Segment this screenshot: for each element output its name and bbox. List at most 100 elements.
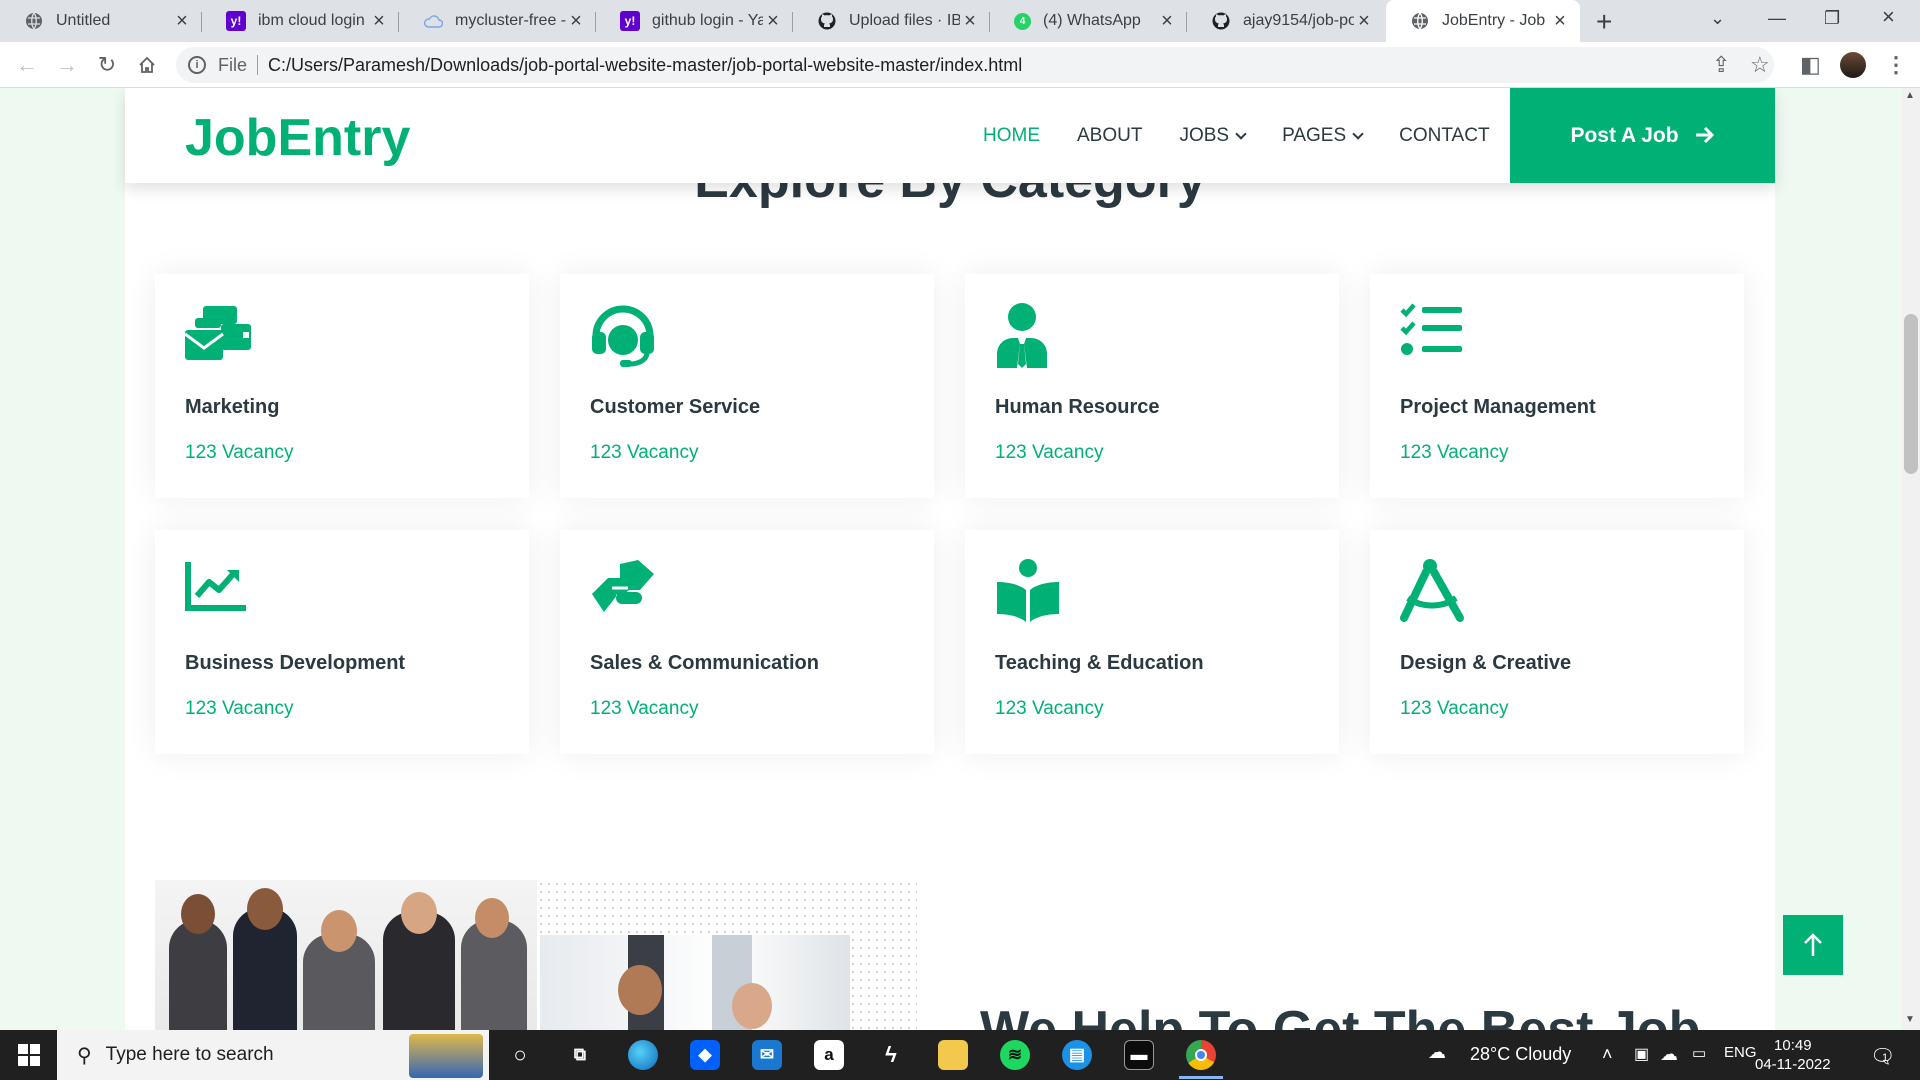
forward-icon[interactable]: → [54, 52, 80, 78]
back-to-top-button[interactable] [1783, 915, 1843, 975]
chevron-down-icon [1352, 128, 1364, 140]
category-card-design-creative[interactable]: Design & Creative 123 Vacancy [1370, 530, 1744, 754]
home-icon[interactable] [134, 52, 160, 78]
close-icon[interactable]: × [566, 10, 586, 33]
docker-icon[interactable]: ▤ [1062, 1040, 1092, 1070]
browser-tab[interactable]: ajay9154/job-por × [1187, 0, 1384, 42]
side-panel-icon[interactable]: ◧ [1800, 52, 1821, 78]
category-card-marketing[interactable]: Marketing 123 Vacancy [155, 274, 529, 498]
nav-contact[interactable]: CONTACT [1399, 125, 1489, 147]
browser-tab[interactable]: y! ibm cloud login - × [202, 0, 399, 42]
category-vacancy: 123 Vacancy [995, 442, 1104, 463]
about-heading: We Help To Get The Best Job [980, 1001, 1701, 1030]
close-window-icon[interactable]: × [1882, 4, 1895, 30]
mail-bulk-icon [185, 306, 251, 360]
chart-line-icon [185, 562, 246, 611]
cloud-weather-icon[interactable]: ☁ [1428, 1042, 1446, 1063]
close-icon[interactable]: × [369, 10, 389, 33]
terminal-icon[interactable]: ▬ [1124, 1040, 1154, 1070]
category-vacancy: 123 Vacancy [1400, 442, 1509, 463]
category-card-customer-service[interactable]: Customer Service 123 Vacancy [560, 274, 934, 498]
nav-pages[interactable]: PAGES [1282, 125, 1364, 147]
category-vacancy: 123 Vacancy [590, 442, 699, 463]
browser-tab-active[interactable]: JobEntry - Job Po × [1386, 0, 1580, 42]
scroll-down-arrow-icon[interactable]: ▼ [1905, 1014, 1915, 1025]
nav-home[interactable]: HOME [983, 125, 1040, 147]
file-explorer-icon[interactable] [938, 1040, 968, 1070]
category-vacancy: 123 Vacancy [995, 698, 1104, 719]
category-card-project-management[interactable]: Project Management 123 Vacancy [1370, 274, 1744, 498]
reload-icon[interactable]: ↻ [94, 52, 120, 78]
browser-tab[interactable]: Untitled × [0, 0, 202, 42]
scrollbar-thumb[interactable] [1904, 314, 1918, 474]
headset-icon [592, 305, 654, 367]
scrollbar-track[interactable] [1902, 88, 1920, 1030]
share-icon[interactable]: ⇪ [1712, 52, 1730, 78]
address-bar[interactable]: i File C:/Users/Paramesh/Downloads/job-p… [176, 47, 1774, 83]
chrome-icon[interactable] [1186, 1040, 1216, 1070]
tab-title: ibm cloud login - [258, 12, 369, 29]
tab-title: github login - Ya [652, 12, 763, 29]
weather-text[interactable]: 28°C Cloudy [1470, 1044, 1571, 1065]
chevron-up-icon[interactable]: ˄ [1602, 1044, 1613, 1065]
windows-start-icon[interactable] [18, 1044, 40, 1066]
onedrive-icon[interactable]: ☁ [1660, 1044, 1678, 1065]
back-icon[interactable]: ← [14, 52, 40, 78]
post-job-label: Post A Job [1570, 123, 1679, 147]
amazon-icon[interactable]: a [814, 1040, 844, 1070]
profile-avatar[interactable] [1840, 52, 1866, 78]
taskbar-search[interactable]: ⚲ Type here to search [57, 1030, 489, 1080]
category-card-sales-communication[interactable]: Sales & Communication 123 Vacancy [560, 530, 934, 754]
browser-tab-strip: Untitled × y! ibm cloud login - × myclus… [0, 0, 1920, 42]
browser-tab[interactable]: y! github login - Ya × [596, 0, 793, 42]
globe-icon [1410, 11, 1430, 31]
tab-title: Untitled [56, 12, 111, 29]
site-logo[interactable]: JobEntry [185, 108, 410, 168]
category-card-business-development[interactable]: Business Development 123 Vacancy [155, 530, 529, 754]
mail-icon[interactable]: ✉ [752, 1040, 782, 1070]
battery-icon[interactable]: ▭ [1692, 1044, 1706, 1062]
nav-jobs[interactable]: JOBS [1179, 125, 1247, 147]
post-job-button[interactable]: Post A Job [1510, 88, 1775, 183]
browser-tab[interactable]: Upload files · IBM × [793, 0, 990, 42]
category-title: Customer Service [590, 396, 761, 418]
dropbox-icon[interactable]: ◆ [690, 1040, 720, 1070]
meet-now-icon[interactable]: ▣ [1634, 1044, 1649, 1064]
bookmark-star-icon[interactable]: ☆ [1750, 52, 1770, 78]
cortana-icon[interactable]: ○ [505, 1040, 535, 1070]
category-vacancy: 123 Vacancy [1400, 698, 1509, 719]
info-icon[interactable]: i [188, 56, 206, 74]
search-highlight-icon [409, 1034, 483, 1078]
browser-tab[interactable]: 4 (4) WhatsApp × [990, 0, 1187, 42]
menu-kebab-icon[interactable]: ⋮ [1885, 52, 1907, 78]
new-tab-button[interactable]: + [1596, 6, 1612, 38]
browser-tab[interactable]: mycluster-free - × [399, 0, 596, 42]
user-tie-icon [997, 303, 1047, 368]
close-icon[interactable]: × [763, 10, 783, 33]
spotify-icon[interactable]: ≋ [1000, 1040, 1030, 1070]
minimize-icon[interactable]: — [1768, 8, 1786, 29]
category-card-teaching-education[interactable]: Teaching & Education 123 Vacancy [965, 530, 1339, 754]
close-icon[interactable]: × [172, 10, 192, 33]
tab-search-icon[interactable]: ⌄ [1710, 8, 1725, 29]
system-clock[interactable]: 10:49 04-11-2022 [1755, 1036, 1831, 1074]
restore-icon[interactable]: ❐ [1824, 8, 1840, 29]
close-icon[interactable]: × [960, 10, 980, 33]
lightning-app-icon[interactable]: ϟ [876, 1040, 906, 1070]
close-icon[interactable]: × [1354, 10, 1374, 33]
category-title: Business Development [185, 652, 406, 674]
category-title: Sales & Communication [590, 652, 819, 674]
nav-about[interactable]: ABOUT [1077, 125, 1142, 147]
chevron-down-icon [1235, 128, 1247, 140]
close-icon[interactable]: × [1157, 10, 1177, 33]
task-view-icon[interactable]: ⧉ [565, 1040, 595, 1070]
edge-icon[interactable] [628, 1040, 658, 1070]
url-text[interactable]: C:/Users/Paramesh/Downloads/job-portal-w… [268, 55, 1022, 76]
language-indicator[interactable]: ENG [1724, 1044, 1757, 1061]
book-reader-icon [997, 559, 1059, 622]
tab-title: JobEntry - Job Po [1442, 12, 1550, 29]
scroll-up-arrow-icon[interactable]: ▲ [1905, 90, 1915, 101]
clock-date: 04-11-2022 [1755, 1056, 1831, 1073]
close-icon[interactable]: × [1550, 10, 1570, 33]
category-card-human-resource[interactable]: Human Resource 123 Vacancy [965, 274, 1339, 498]
